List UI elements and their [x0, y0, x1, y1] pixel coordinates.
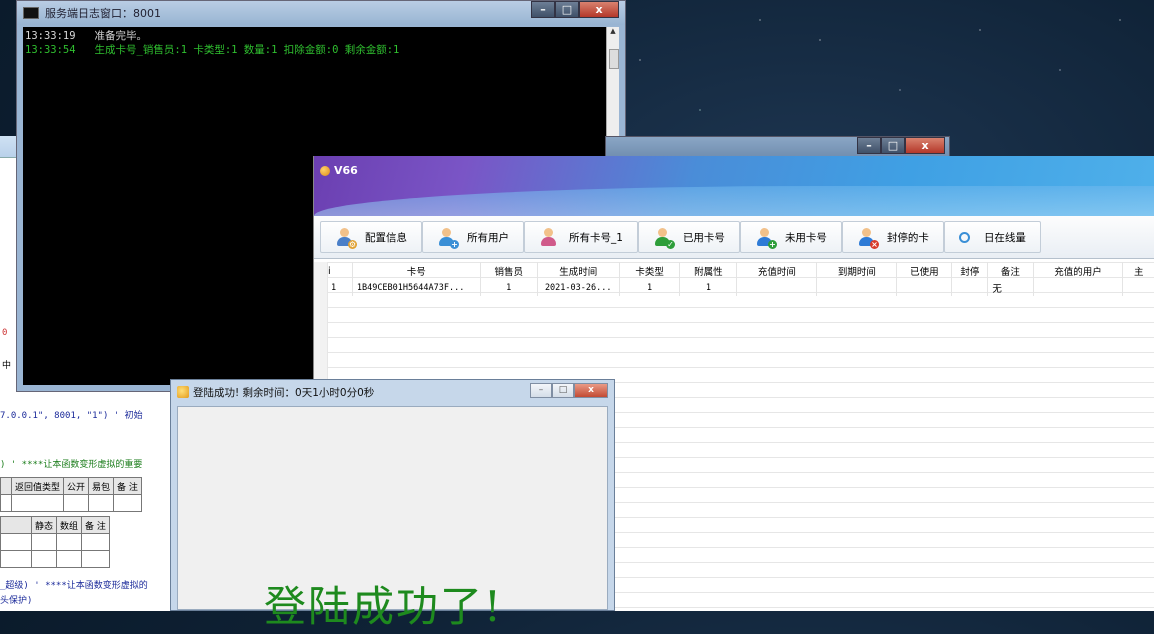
search-icon — [958, 231, 970, 243]
column-header[interactable]: 销售员 — [480, 262, 538, 280]
dialog-title: 登陆成功! 剩余时间：0天1小时0分0秒 — [193, 386, 375, 399]
table-header: 易包 — [88, 477, 115, 495]
close-button[interactable]: x — [905, 137, 945, 154]
used-cards-button[interactable]: ✓ 已用卡号 — [637, 221, 740, 253]
table-header: 静态 — [30, 516, 58, 534]
app-logo: V66 — [320, 164, 358, 177]
close-button[interactable]: x — [574, 383, 608, 398]
app-title: V66 — [334, 164, 358, 177]
all-cards-icon — [539, 227, 559, 247]
code-fragment: 中 — [2, 361, 12, 371]
table-cell: 1 — [480, 280, 538, 296]
unused-card-icon: + — [755, 227, 777, 249]
success-message: 登陆成功了! — [264, 582, 503, 631]
table-header: 公开 — [63, 477, 90, 495]
table-cell: 1 — [679, 280, 738, 296]
return-type-table: 返回值类型 公开 易包 备 注 — [0, 477, 142, 512]
app-header: V66 — [314, 156, 1154, 216]
all-users-button[interactable]: + 所有用户 — [422, 221, 524, 253]
used-card-icon: ✓ — [653, 227, 675, 249]
table-row[interactable]: 1 1B49CEB01H5644A73F... 1 2021-03-26... … — [327, 280, 1154, 296]
column-header[interactable]: 备注 — [987, 262, 1034, 280]
button-label: 封停的卡 — [886, 231, 929, 244]
log-time: 13:33:19 — [25, 30, 76, 42]
local-var-table: 静态 数组 备 注 — [0, 516, 110, 568]
scroll-thumb[interactable] — [609, 49, 619, 69]
log-text: 生成卡号_销售员:1 卡类型:1 数量:1 扣除金额:0 剩余金额:1 — [94, 44, 400, 56]
table-header: 备 注 — [81, 516, 110, 534]
scroll-up-icon[interactable]: ▲ — [607, 27, 619, 39]
column-header[interactable]: 已使用 — [896, 262, 953, 280]
close-button[interactable]: x — [579, 1, 619, 18]
table-cell: 1 — [619, 280, 681, 296]
banned-cards-button[interactable]: × 封停的卡 — [841, 221, 944, 253]
button-label: 未用卡号 — [784, 231, 827, 244]
console-titlebar[interactable]: 服务端日志窗口：8001 – □ x — [17, 1, 625, 25]
header-decoration — [314, 186, 1154, 216]
column-header[interactable]: i — [327, 262, 353, 280]
button-label: 所有用户 — [467, 231, 509, 244]
table-header: 数组 — [56, 516, 83, 534]
key-icon — [177, 386, 189, 398]
card-table: i 卡号 销售员 生成时间 卡类型 附属性 充值时间 到期时间 已使用 封停 备… — [327, 262, 1154, 296]
table-header: 备 注 — [113, 477, 142, 495]
button-label: 配置信息 — [365, 231, 407, 244]
code-line: _超级) ' ****让本函数变形虚拟的 — [0, 581, 148, 591]
minimize-button[interactable]: – — [530, 383, 552, 398]
all-users-icon: + — [437, 227, 459, 249]
table-cell: 2021-03-26... — [537, 280, 620, 296]
column-header[interactable]: 充值时间 — [736, 262, 818, 280]
column-header[interactable]: 充值的用户 — [1033, 262, 1124, 280]
maximize-button[interactable]: □ — [555, 1, 579, 18]
log-line: 13:33:19 准备完毕。 — [25, 29, 607, 43]
button-label: 已用卡号 — [682, 231, 725, 244]
code-line: 7.0.0.1", 8001, "1") ' 初始 — [0, 411, 143, 421]
column-header[interactable]: 附属性 — [679, 262, 738, 280]
toolbar: ⚙ 配置信息 + 所有用户 所有卡号_1 ✓ 已用卡号 + 未用卡号 × 封停的… — [314, 216, 1154, 259]
log-line: 13:33:54 生成卡号_销售员:1 卡类型:1 数量:1 扣除金额:0 剩余… — [25, 43, 607, 57]
log-text: 准备完毕。 — [94, 30, 148, 42]
table-header: 返回值类型 — [10, 477, 65, 495]
minimize-button[interactable]: – — [857, 137, 881, 154]
table-cell — [1033, 280, 1124, 296]
column-header[interactable]: 封停 — [951, 262, 989, 280]
maximize-button[interactable]: □ — [881, 137, 905, 154]
table-cell: 1 — [327, 280, 353, 296]
table-cell — [951, 280, 989, 296]
login-success-dialog: 登陆成功! 剩余时间：0天1小时0分0秒 – □ x 登陆成功了! — [170, 379, 615, 631]
column-header[interactable]: 卡号 — [352, 262, 481, 280]
minimize-button[interactable]: – — [531, 1, 555, 18]
column-header[interactable]: 主 — [1122, 262, 1154, 280]
column-header[interactable]: 卡类型 — [619, 262, 681, 280]
banned-card-icon: × — [857, 227, 879, 249]
table-cell — [816, 280, 898, 296]
button-label: 日在线量 — [983, 231, 1026, 244]
button-label: 所有卡号_1 — [569, 231, 623, 244]
unused-cards-button[interactable]: + 未用卡号 — [739, 221, 842, 253]
column-header[interactable]: 生成时间 — [537, 262, 620, 280]
config-info-button[interactable]: ⚙ 配置信息 — [320, 221, 422, 253]
maximize-button[interactable]: □ — [552, 383, 574, 398]
table-cell: 1B49CEB01H5644A73F... — [352, 280, 481, 296]
table-cell — [736, 280, 818, 296]
dialog-body: 登陆成功了! — [177, 406, 608, 631]
table-cell: 无 — [987, 280, 1034, 296]
table-cell — [1122, 280, 1154, 296]
app-logo-icon — [320, 165, 330, 176]
code-line: 头保护) — [0, 596, 33, 606]
code-line: ) ' ****让本函数变形虚拟的重要 — [0, 460, 143, 470]
daily-online-button[interactable]: 日在线量 — [943, 221, 1041, 253]
table-header-row: i 卡号 销售员 生成时间 卡类型 附属性 充值时间 到期时间 已使用 封停 备… — [327, 262, 1154, 280]
column-header[interactable]: 到期时间 — [816, 262, 898, 280]
config-user-icon: ⚙ — [335, 227, 357, 249]
console-icon — [23, 7, 39, 19]
table-cell — [896, 280, 953, 296]
code-fragment: 0 — [2, 328, 8, 338]
all-cards-button[interactable]: 所有卡号_1 — [524, 221, 638, 253]
log-time: 13:33:54 — [25, 44, 76, 56]
console-title: 服务端日志窗口：8001 — [45, 7, 161, 20]
